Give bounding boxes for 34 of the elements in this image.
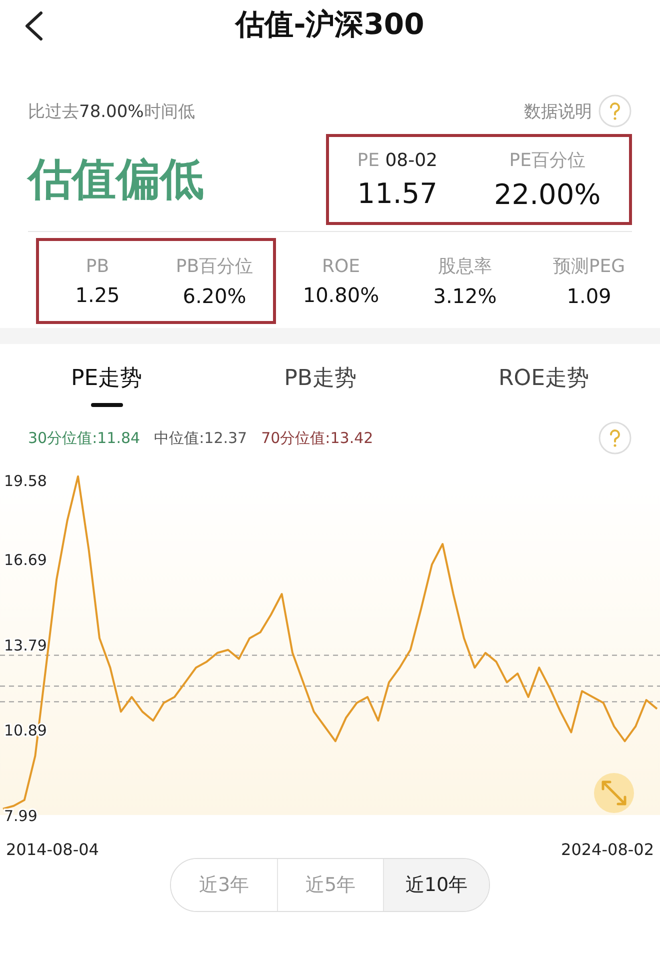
valuation-verdict: 估值偏低 <box>28 153 204 207</box>
y-axis-label: 13.79 <box>4 636 47 654</box>
page-title: 估值-沪深300 <box>236 6 424 43</box>
trend-tab[interactable]: PE走势 <box>70 355 142 407</box>
metric-value: 6.20% <box>182 284 246 308</box>
y-axis-label: 19.58 <box>4 472 47 490</box>
start-date: 2014-08-04 <box>6 840 99 859</box>
trend-tab[interactable]: PB走势 <box>284 355 356 407</box>
metric-value: 3.12% <box>433 284 497 308</box>
range-option[interactable]: 近10年 <box>383 859 489 911</box>
metric-value: 1.25 <box>75 282 120 306</box>
end-date: 2024-08-02 <box>561 840 654 859</box>
help-icon[interactable] <box>598 421 632 455</box>
quantile-legend: 70分位值:13.42 <box>261 428 374 448</box>
percentile-summary: 比过去78.00%时间低 <box>28 100 195 122</box>
metric-value: 10.80% <box>302 282 380 306</box>
data-note-link[interactable]: 数据说明 <box>524 100 592 122</box>
y-axis-label: 16.69 <box>4 551 47 570</box>
metric-label: ROE <box>322 256 360 276</box>
metric-label: PB <box>86 256 110 276</box>
metric-value: 1.09 <box>566 284 612 308</box>
quantile-legend: 中位值:12.37 <box>154 428 248 448</box>
y-axis-label: 7.99 <box>4 807 38 825</box>
expand-icon[interactable] <box>594 773 634 813</box>
quantile-legend: 30分位值:11.84 <box>28 428 140 448</box>
help-icon[interactable] <box>598 94 632 128</box>
pe-percentile-value: 22.00% <box>494 178 601 211</box>
metric-label: PB百分位 <box>176 255 254 278</box>
pe-percentile-label: PE百分位 <box>509 149 586 172</box>
trend-tab[interactable]: ROE走势 <box>498 355 589 407</box>
metric-label: 预测PEG <box>552 255 626 278</box>
pe-label: PE 08-02 <box>357 150 438 170</box>
metric-label: 股息率 <box>438 255 492 278</box>
pe-value: 11.57 <box>357 176 438 210</box>
